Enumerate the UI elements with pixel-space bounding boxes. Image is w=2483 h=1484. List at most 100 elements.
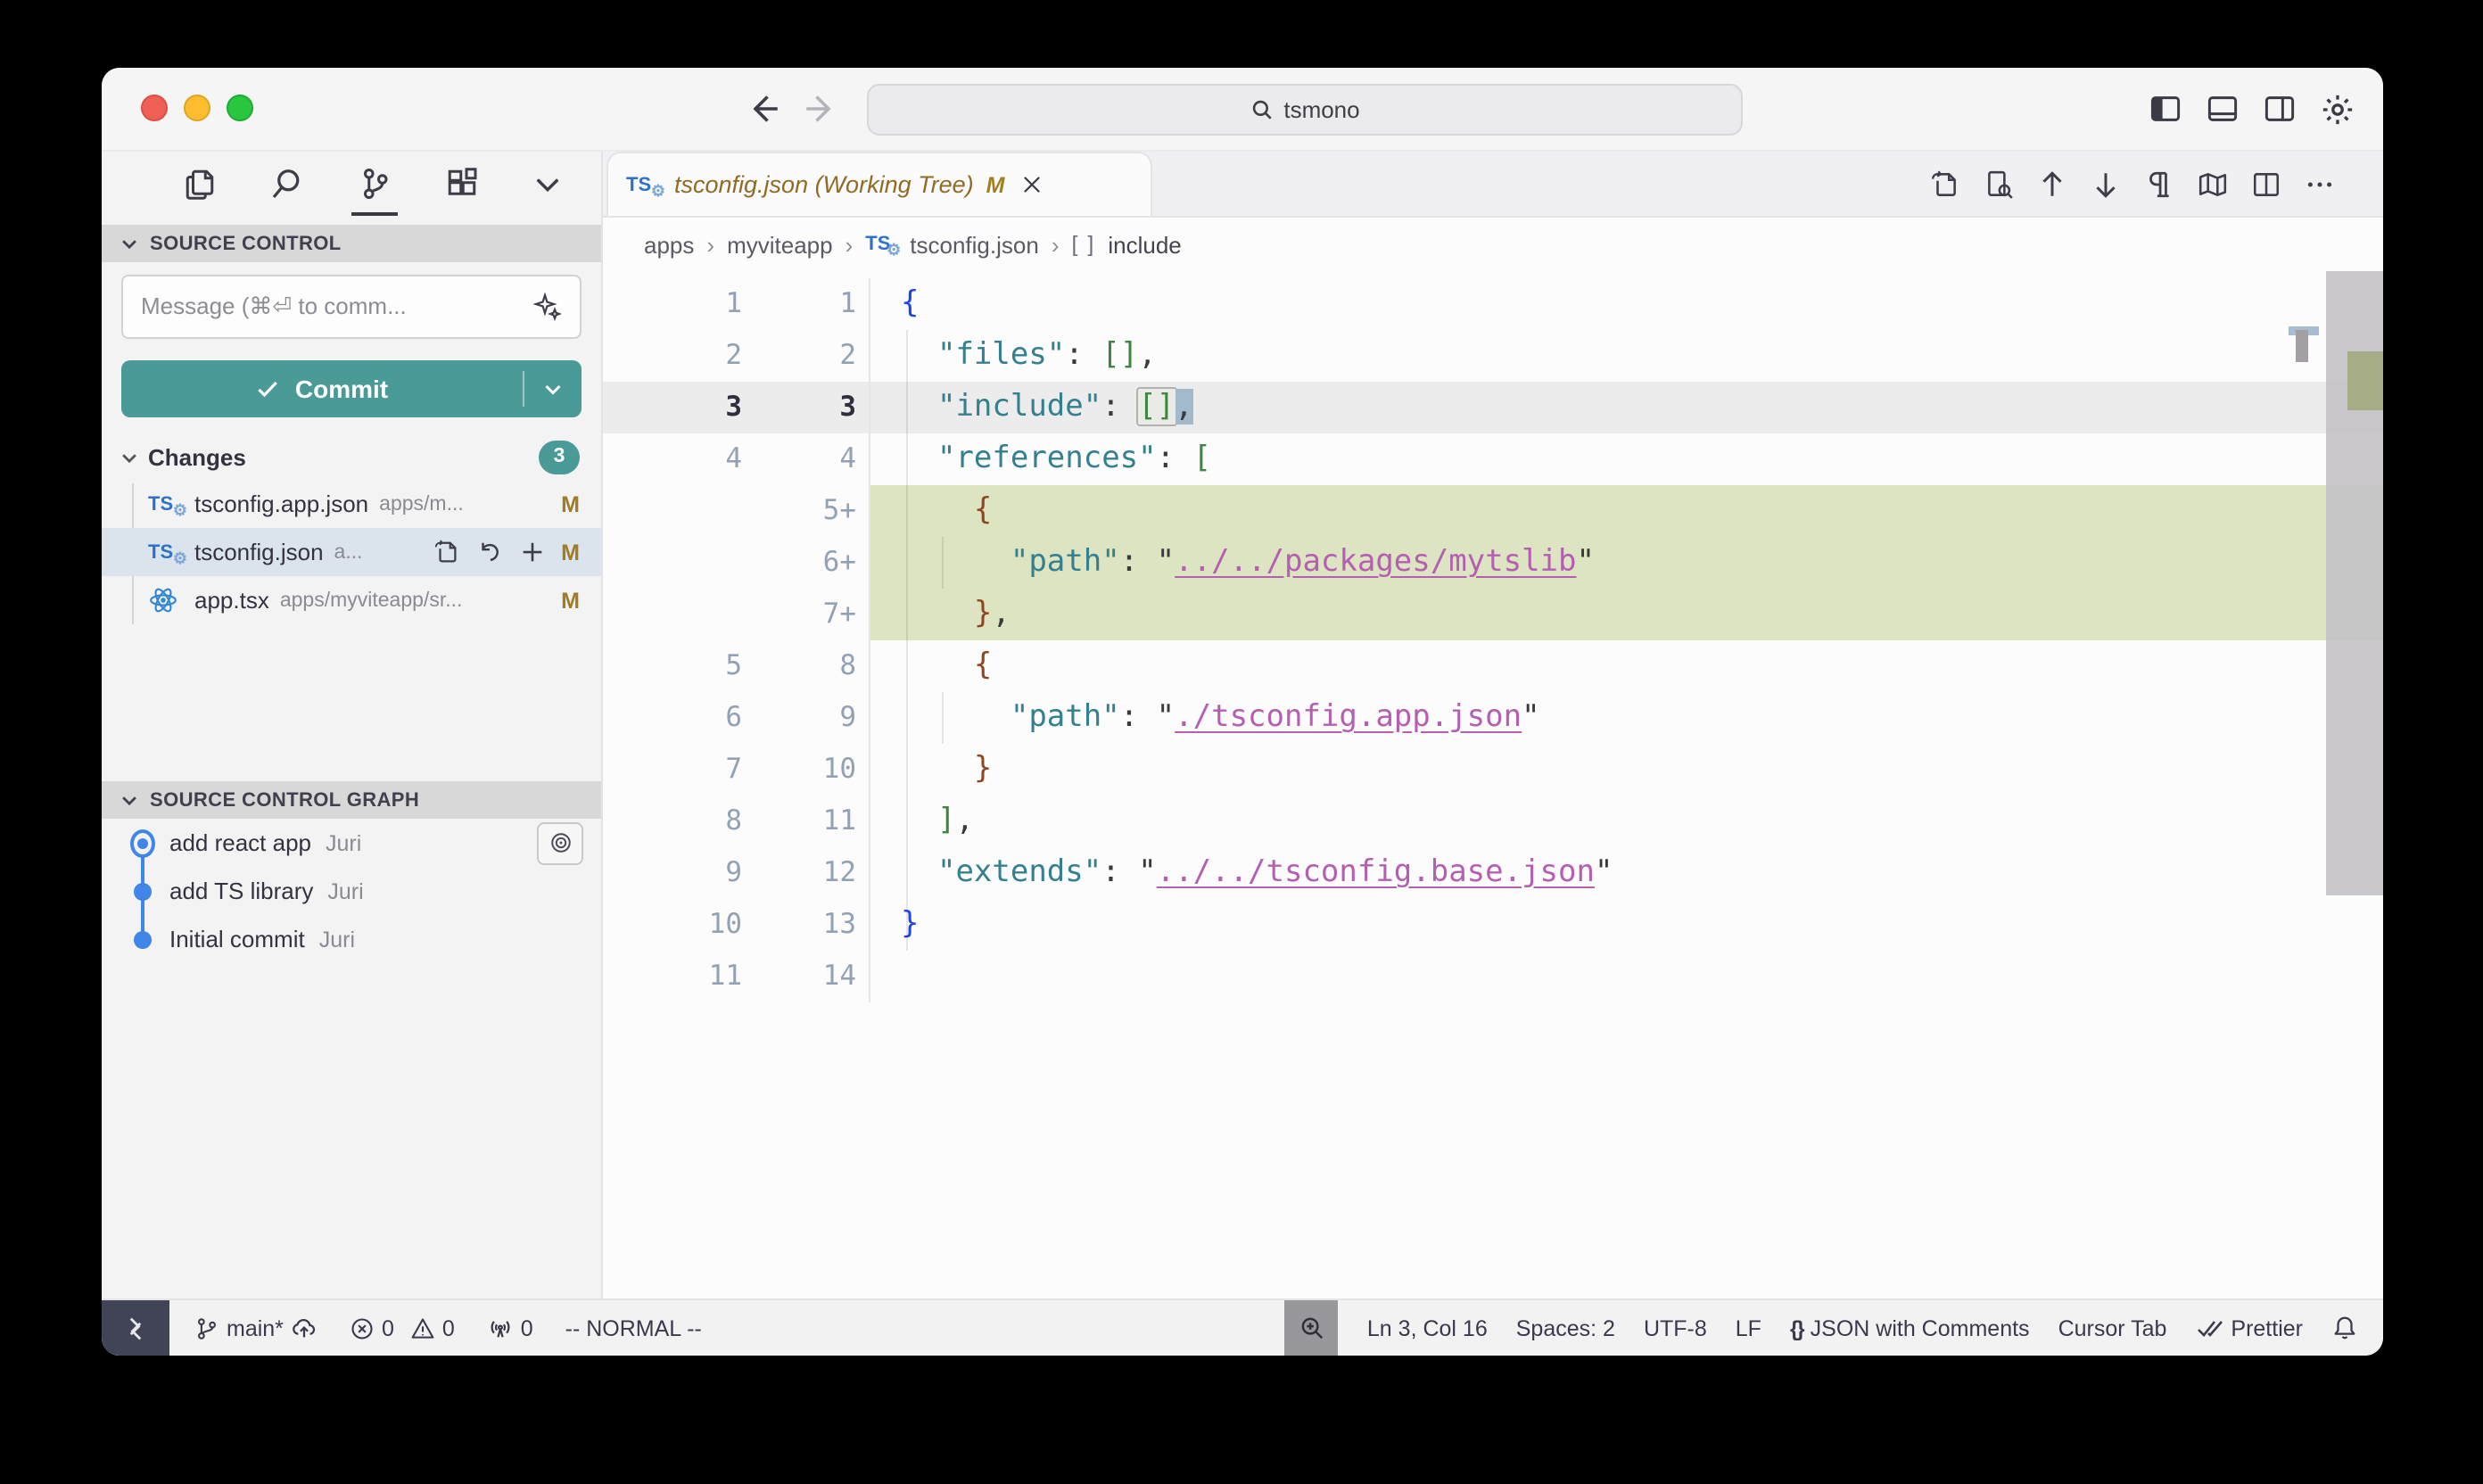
search-view-icon[interactable] [264, 152, 310, 216]
language-mode-indicator[interactable]: {} JSON with Comments [1790, 1315, 2030, 1340]
tab-tsconfig-working-tree[interactable]: TS⚙ tsconfig.json (Working Tree) M [606, 152, 1152, 216]
change-row-tsconfig.app.json[interactable]: TS⚙tsconfig.app.jsonapps/m...M [102, 480, 601, 528]
cursor-position-text: Ln 3, Col 16 [1367, 1315, 1488, 1340]
toggle-panel-icon[interactable] [2207, 93, 2239, 125]
forward-arrow-icon[interactable] [804, 93, 837, 125]
formatter-text: Prettier [2231, 1315, 2303, 1340]
code-area[interactable]: 11{22 "files": [],33 "include": [],44 "r… [603, 271, 2383, 1298]
commit-row-add-react-app[interactable]: add react appJuri [102, 819, 601, 867]
breadcrumb-apps[interactable]: apps [644, 231, 694, 258]
previous-change-arrow-up-icon[interactable] [2037, 169, 2067, 199]
breadcrumb-separator: › [1052, 231, 1060, 258]
encoding-indicator[interactable]: UTF-8 [1644, 1315, 1707, 1340]
diff-review-icon[interactable] [1984, 169, 2014, 199]
split-editor-icon[interactable] [2251, 169, 2281, 199]
toggle-primary-sidebar-icon[interactable] [2149, 93, 2182, 125]
code-text: "path": "../../packages/mytslib" [869, 537, 2383, 589]
warning-count: 0 [442, 1315, 455, 1340]
chevron-down-icon [120, 447, 139, 466]
checkout-target-icon[interactable] [537, 821, 583, 864]
code-line-13[interactable]: 1013} [603, 899, 2383, 951]
vim-mode-indicator[interactable]: -- NORMAL -- [565, 1315, 702, 1340]
cursor-tab-indicator[interactable]: Cursor Tab [2058, 1315, 2167, 1340]
modified-line-number: 4 [742, 433, 856, 485]
open-changes-icon[interactable] [1930, 169, 1960, 199]
branch-indicator[interactable]: main* [194, 1315, 318, 1341]
code-line-14[interactable]: 1114 [603, 951, 2383, 1002]
formatter-indicator[interactable]: Prettier [2195, 1314, 2303, 1342]
map-outline-icon[interactable] [2198, 169, 2228, 199]
code-text: "extends": "../../tsconfig.base.json" [869, 847, 2383, 899]
source-control-graph-section-header[interactable]: SOURCE CONTROL GRAPH [102, 781, 601, 819]
code-line-3[interactable]: 33 "include": [], [603, 382, 2383, 433]
commit-row-add-TS-library[interactable]: add TS libraryJuri [102, 867, 601, 915]
tab-label: tsconfig.json (Working Tree) [674, 171, 974, 198]
status-left: main* 0 0 0 -- NORMAL -- [194, 1315, 702, 1341]
original-line-number: 4 [603, 433, 742, 485]
code-line-1[interactable]: 11{ [603, 278, 2383, 330]
breadcrumb-tsconfig[interactable]: tsconfig.json [910, 231, 1039, 258]
code-line-7[interactable]: 7+ }, [603, 589, 2383, 640]
change-row-tsconfig.json[interactable]: TS⚙tsconfig.jsona...M [102, 528, 601, 576]
editor-actions [1930, 152, 2383, 216]
close-window-button[interactable] [141, 95, 168, 121]
indentation-indicator[interactable]: Spaces: 2 [1516, 1315, 1615, 1340]
zoom-indicator[interactable] [1285, 1300, 1339, 1356]
cursor-position-indicator[interactable]: Ln 3, Col 16 [1367, 1315, 1488, 1340]
code-line-10[interactable]: 710 } [603, 744, 2383, 796]
modified-line-number: 2 [742, 330, 856, 382]
back-arrow-icon[interactable] [747, 93, 780, 125]
change-row-app.tsx[interactable]: app.tsxapps/myviteapp/sr...M [102, 576, 601, 624]
remote-indicator[interactable] [102, 1300, 169, 1356]
file-path: apps/myviteapp/sr... [280, 589, 550, 611]
toggle-secondary-sidebar-icon[interactable] [2264, 93, 2296, 125]
next-change-arrow-down-icon[interactable] [2091, 169, 2121, 199]
original-line-number: 3 [603, 382, 742, 433]
notifications-bell[interactable] [2331, 1315, 2358, 1341]
close-tab-icon[interactable] [1020, 173, 1044, 196]
explorer-icon[interactable] [177, 152, 223, 216]
braces-icon: {} [1790, 1315, 1803, 1340]
source-control-section-header[interactable]: SOURCE CONTROL [102, 225, 601, 262]
command-center-search[interactable]: tsmono [867, 84, 1743, 136]
breadcrumb-include[interactable]: include [1108, 231, 1181, 258]
code-line-4[interactable]: 44 "references": [ [603, 433, 2383, 485]
minimize-window-button[interactable] [184, 95, 210, 121]
changes-section-header[interactable]: Changes 3 [102, 433, 601, 480]
commit-message-input[interactable]: Message (⌘⏎ to comm... [121, 275, 582, 339]
code-line-5[interactable]: 5+ { [603, 485, 2383, 537]
chevron-down-icon [542, 378, 564, 400]
commit-dropdown-button[interactable] [524, 378, 582, 400]
open-file-icon[interactable] [433, 539, 459, 565]
code-line-2[interactable]: 22 "files": [], [603, 330, 2383, 382]
stage-changes-icon[interactable] [518, 539, 545, 565]
code-line-9[interactable]: 69 "path": "./tsconfig.app.json" [603, 692, 2383, 744]
more-views-chevron-icon[interactable] [526, 152, 569, 216]
more-actions-ellipsis-icon[interactable] [2305, 169, 2335, 199]
breadcrumb-myviteapp[interactable]: myviteapp [727, 231, 833, 258]
extensions-view-icon[interactable] [439, 152, 485, 216]
vscode-window: tsmono [102, 68, 2383, 1356]
original-line-number: 11 [603, 951, 742, 1002]
maximize-window-button[interactable] [227, 95, 253, 121]
source-control-view-icon[interactable] [351, 152, 398, 216]
eol-indicator[interactable]: LF [1736, 1315, 1761, 1340]
problems-indicator[interactable]: 0 0 [350, 1315, 455, 1340]
code-line-11[interactable]: 811 ], [603, 796, 2383, 847]
commit-row-Initial-commit[interactable]: Initial commitJuri [102, 915, 601, 963]
settings-gear-icon[interactable] [2321, 92, 2355, 126]
code-lines: 11{22 "files": [],33 "include": [],44 "r… [603, 278, 2383, 1002]
ports-indicator[interactable]: 0 [487, 1315, 533, 1341]
generate-commit-message-sparkle-icon[interactable] [533, 293, 562, 321]
source-control-graph-title: SOURCE CONTROL GRAPH [150, 789, 419, 811]
bell-icon [2331, 1315, 2358, 1341]
code-line-8[interactable]: 58 { [603, 640, 2383, 692]
render-whitespace-pilcrow-icon[interactable] [2144, 169, 2174, 199]
code-line-12[interactable]: 912 "extends": "../../tsconfig.base.json… [603, 847, 2383, 899]
commit-button[interactable]: Commit [121, 360, 582, 417]
code-line-6[interactable]: 6+ "path": "../../packages/mytslib" [603, 537, 2383, 589]
cursor-tab-text: Cursor Tab [2058, 1315, 2167, 1340]
discard-changes-icon[interactable] [475, 539, 502, 565]
double-check-icon [2195, 1314, 2223, 1342]
file-name: app.tsx [194, 587, 269, 614]
